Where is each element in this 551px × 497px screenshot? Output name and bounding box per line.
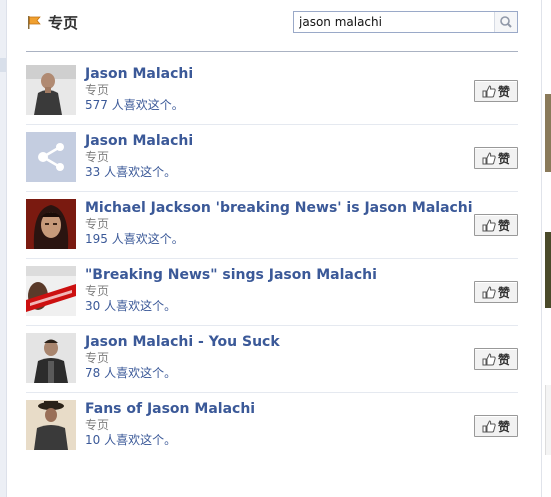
flag-icon xyxy=(28,16,41,29)
result-category: 专页 xyxy=(85,351,110,365)
result-row: "Breaking News" sings Jason Malachi 专页 3… xyxy=(26,259,518,326)
search-input[interactable] xyxy=(294,12,492,32)
result-name-link[interactable]: Jason Malachi - You Suck xyxy=(85,334,465,351)
result-name-link[interactable]: Michael Jackson 'breaking News' is Jason… xyxy=(85,200,473,217)
result-likes-link[interactable]: 33 人喜欢这个。 xyxy=(85,164,465,180)
result-category: 专页 xyxy=(85,150,110,164)
right-column-image xyxy=(545,94,551,172)
result-name-link[interactable]: Jason Malachi xyxy=(85,133,465,150)
result-category: 专页 xyxy=(85,217,110,231)
result-category: 专页 xyxy=(85,83,110,97)
like-button-label: 赞 xyxy=(497,352,510,367)
like-button[interactable]: 赞 xyxy=(474,281,518,303)
result-row: Fans of Jason Malachi 专页 10 人喜欢这个。 赞 xyxy=(26,393,518,460)
page-title: 专页 xyxy=(48,14,79,32)
page-header: 专页 xyxy=(26,10,518,40)
result-row: Jason Malachi - You Suck 专页 78 人喜欢这个。 赞 xyxy=(26,326,518,393)
thumb-up-icon xyxy=(482,218,496,231)
thumb-up-icon xyxy=(482,419,496,432)
result-thumbnail[interactable] xyxy=(26,199,76,249)
result-thumbnail[interactable] xyxy=(26,132,76,182)
right-column-image xyxy=(545,232,551,308)
like-button[interactable]: 赞 xyxy=(474,214,518,236)
thumb-up-icon xyxy=(482,84,496,97)
thumb-up-icon xyxy=(482,285,496,298)
thumb-up-icon xyxy=(482,151,496,164)
like-button-label: 赞 xyxy=(497,218,510,233)
like-button[interactable]: 赞 xyxy=(474,80,518,102)
result-row: Michael Jackson 'breaking News' is Jason… xyxy=(26,192,518,259)
result-thumbnail[interactable] xyxy=(26,333,76,383)
result-row: Jason Malachi 专页 577 人喜欢这个。 赞 xyxy=(26,58,518,125)
like-button-label: 赞 xyxy=(497,151,510,166)
result-likes-link[interactable]: 10 人喜欢这个。 xyxy=(85,432,465,448)
like-button[interactable]: 赞 xyxy=(474,147,518,169)
result-name-link[interactable]: Jason Malachi xyxy=(85,66,465,83)
right-column-edge xyxy=(541,0,551,497)
result-likes-link[interactable]: 577 人喜欢这个。 xyxy=(85,97,465,113)
like-button[interactable]: 赞 xyxy=(474,415,518,437)
result-category: 专页 xyxy=(85,284,110,298)
right-column-image xyxy=(545,385,551,455)
result-name-link[interactable]: Fans of Jason Malachi xyxy=(85,401,465,418)
result-likes-link[interactable]: 195 人喜欢这个。 xyxy=(85,231,465,247)
search-icon xyxy=(500,16,512,28)
left-panel-marker xyxy=(0,58,6,72)
like-button-label: 赞 xyxy=(497,84,510,99)
header-divider xyxy=(26,51,518,52)
result-thumbnail[interactable] xyxy=(26,400,76,450)
result-thumbnail[interactable] xyxy=(26,266,76,316)
result-name-link[interactable]: "Breaking News" sings Jason Malachi xyxy=(85,267,465,284)
like-button-label: 赞 xyxy=(497,285,510,300)
result-likes-link[interactable]: 30 人喜欢这个。 xyxy=(85,298,465,314)
left-panel-edge xyxy=(0,0,7,497)
search-button[interactable] xyxy=(494,12,517,32)
result-thumbnail[interactable] xyxy=(26,65,76,115)
result-likes-link[interactable]: 78 人喜欢这个。 xyxy=(85,365,465,381)
result-row: Jason Malachi 专页 33 人喜欢这个。 赞 xyxy=(26,125,518,192)
search-box[interactable] xyxy=(293,11,518,33)
like-button-label: 赞 xyxy=(497,419,510,434)
thumb-up-icon xyxy=(482,352,496,365)
like-button[interactable]: 赞 xyxy=(474,348,518,370)
results-list: Jason Malachi 专页 577 人喜欢这个。 赞 Jason Mala… xyxy=(26,58,518,460)
result-category: 专页 xyxy=(85,418,110,432)
